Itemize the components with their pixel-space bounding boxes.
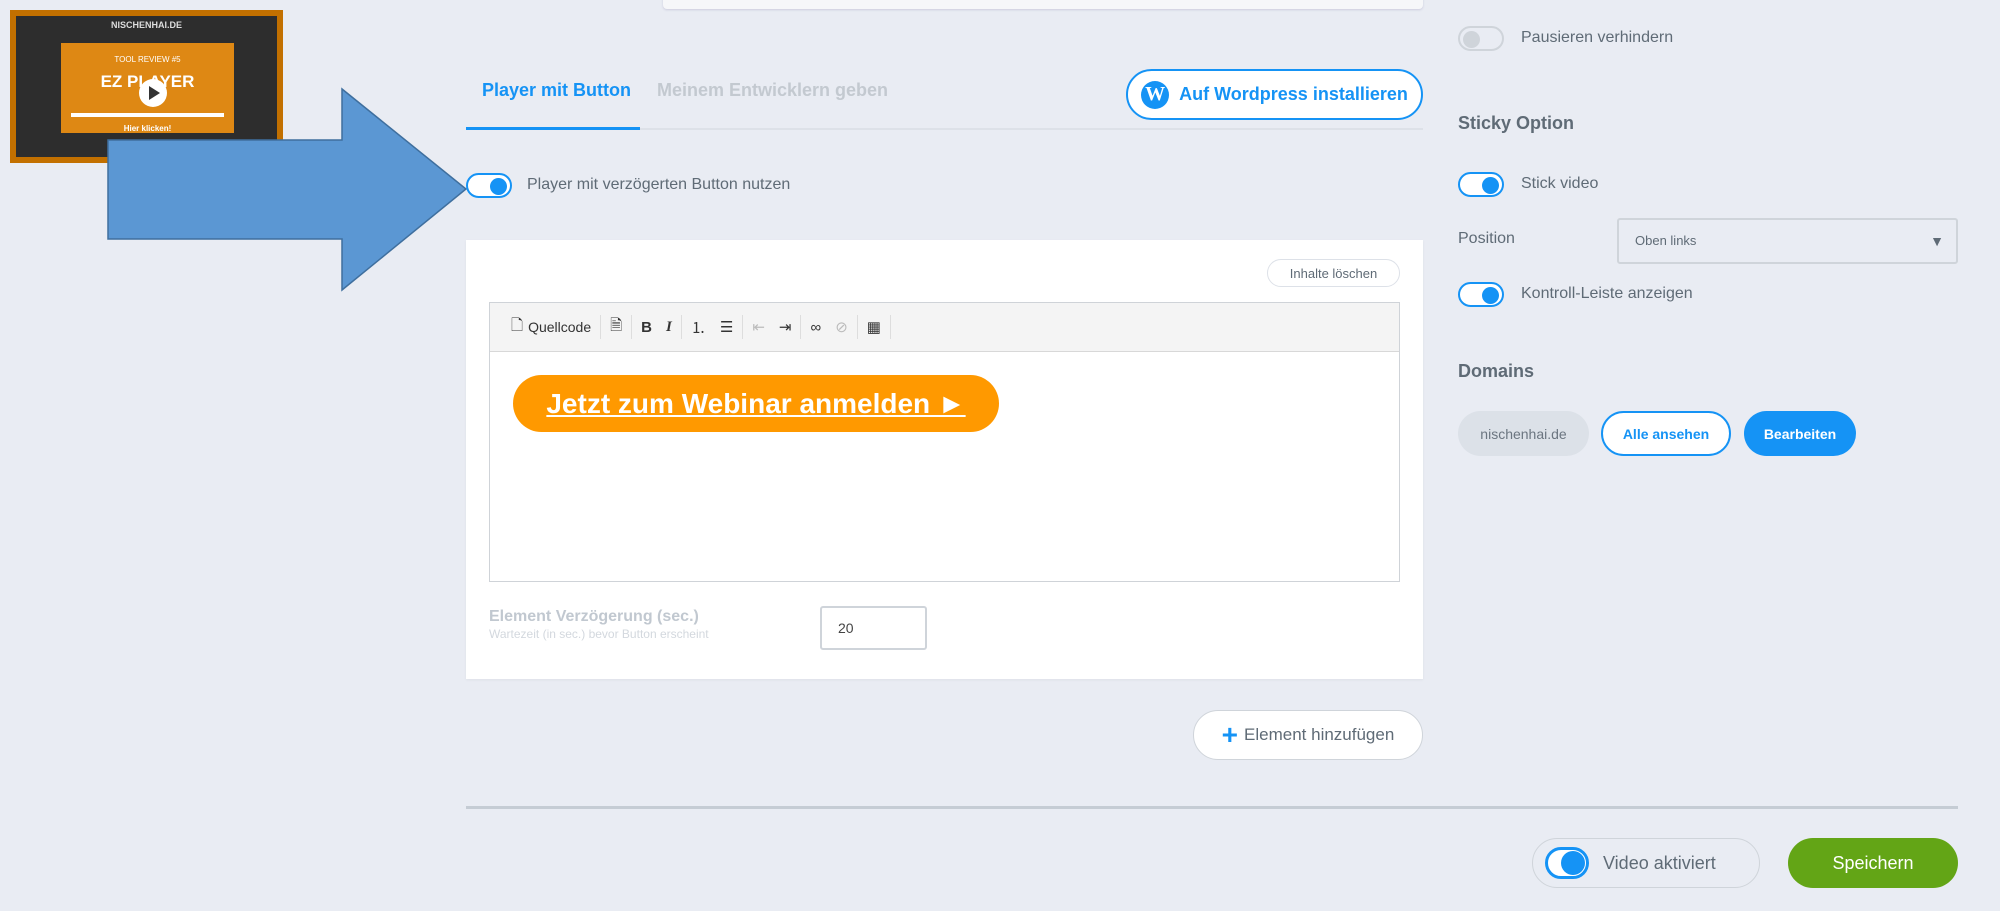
prevent-pause-toggle[interactable] xyxy=(1458,26,1504,51)
video-active-label: Video aktiviert xyxy=(1603,852,1716,873)
bold-button[interactable]: B xyxy=(634,315,659,339)
webinar-cta-button[interactable]: Jetzt zum Webinar anmelden ► xyxy=(513,375,999,432)
stick-video-label: Stick video xyxy=(1521,175,1599,192)
bullet-list-icon[interactable]: ☰ xyxy=(713,315,740,339)
save-button[interactable]: Speichern xyxy=(1788,838,1958,888)
dropdown-caret-icon: ▼ xyxy=(1930,233,1944,249)
top-card xyxy=(663,0,1423,9)
unlink-icon[interactable]: ⊘ xyxy=(828,315,855,339)
prevent-pause-label: Pausieren verhindern xyxy=(1521,29,1674,46)
view-all-domains-button[interactable]: Alle ansehen xyxy=(1601,411,1731,456)
source-code-label: Quellcode xyxy=(528,319,592,335)
install-wordpress-button[interactable]: W Auf Wordpress installieren xyxy=(1126,69,1423,120)
domain-chip: nischenhai.de xyxy=(1458,411,1589,456)
table-icon[interactable]: ▦ xyxy=(860,315,888,339)
position-label: Position xyxy=(1458,230,1515,247)
video-active-toggle[interactable]: Video aktiviert xyxy=(1532,838,1760,888)
position-select[interactable]: Oben links ▼ xyxy=(1617,218,1958,264)
position-value: Oben links xyxy=(1635,233,1697,248)
domains-heading: Domains xyxy=(1458,361,1535,381)
footer-divider xyxy=(466,806,1958,809)
install-wordpress-label: Auf Wordpress installieren xyxy=(1179,84,1408,104)
document-icon[interactable]: 🗎 xyxy=(603,315,629,339)
rich-text-editor[interactable]: 🗋 Quellcode 🗎 B I ⒈ ☰ ⇤ ⇥ ∞ ⊘ ▦ xyxy=(489,302,1400,582)
delay-sublabel: Wartezeit (in sec.) bevor Button erschei… xyxy=(489,627,709,641)
wordpress-icon: W xyxy=(1141,80,1170,109)
link-icon[interactable]: ∞ xyxy=(803,315,828,339)
clear-content-button[interactable]: Inhalte löschen xyxy=(1267,259,1400,287)
video-active-switch[interactable] xyxy=(1545,847,1589,879)
editor-toolbar: 🗋 Quellcode 🗎 B I ⒈ ☰ ⇤ ⇥ ∞ ⊘ ▦ xyxy=(490,303,1399,352)
delay-input[interactable]: 20 xyxy=(820,606,927,650)
italic-button[interactable]: I xyxy=(659,315,679,339)
control-bar-toggle[interactable] xyxy=(1458,282,1504,307)
sticky-option-heading: Sticky Option xyxy=(1458,113,1575,133)
delayed-button-toggle[interactable] xyxy=(466,173,512,198)
tab-active-indicator xyxy=(466,127,640,130)
delay-label: Element Verzögerung (sec.) xyxy=(489,608,699,625)
numbered-list-icon[interactable]: ⒈ xyxy=(684,315,713,339)
add-element-button[interactable]: + Element hinzufügen xyxy=(1193,710,1423,760)
plus-icon: + xyxy=(1221,719,1239,750)
tab-entwickler[interactable]: Meinem Entwicklern geben xyxy=(657,80,888,101)
indent-icon[interactable]: ⇥ xyxy=(772,315,799,339)
add-element-label: Element hinzufügen xyxy=(1244,725,1395,744)
delayed-button-label: Player mit verzögerten Button nutzen xyxy=(527,176,791,193)
outdent-icon[interactable]: ⇤ xyxy=(745,315,772,339)
stick-video-toggle[interactable] xyxy=(1458,172,1504,197)
tab-player-mit-button[interactable]: Player mit Button xyxy=(482,80,631,101)
edit-domains-button[interactable]: Bearbeiten xyxy=(1744,411,1856,456)
source-code-button[interactable]: 🗋 Quellcode xyxy=(504,315,598,339)
source-code-icon: 🗋 xyxy=(511,316,524,334)
control-bar-label: Kontroll-Leiste anzeigen xyxy=(1521,285,1693,302)
